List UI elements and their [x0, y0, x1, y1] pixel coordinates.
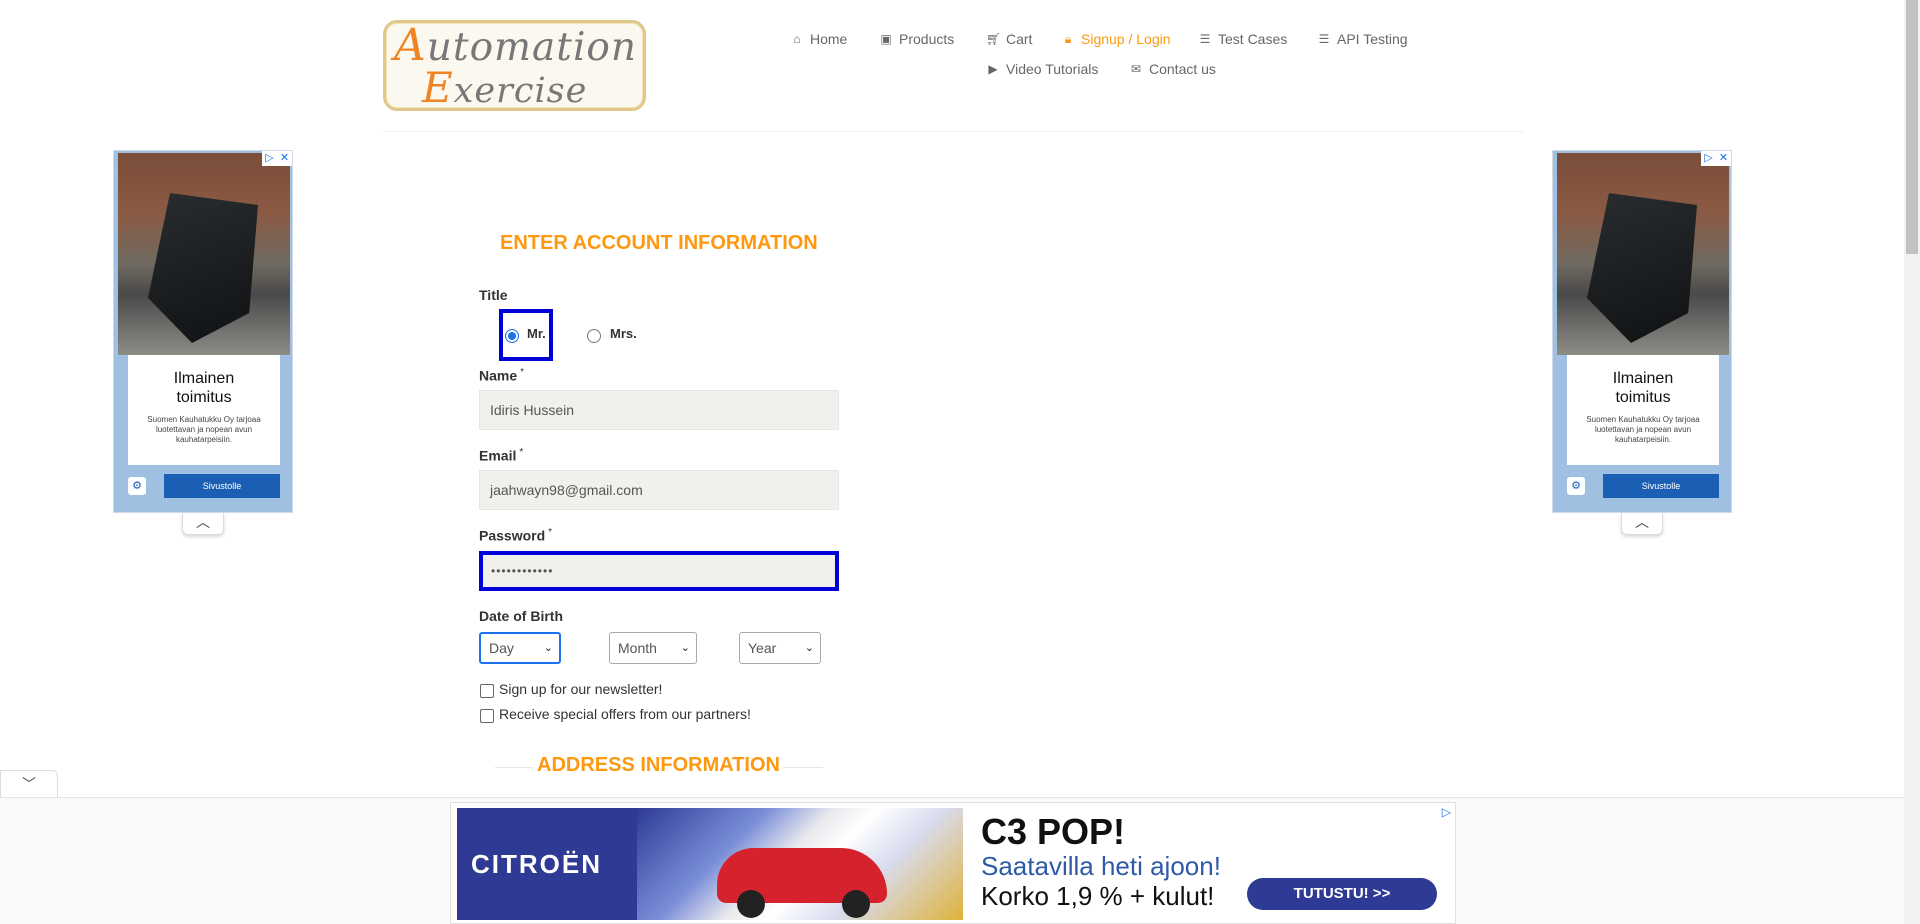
envelope-icon: ✉ [1130, 62, 1142, 76]
name-input[interactable]: Idiris Hussein [479, 390, 839, 430]
newsletter-checkbox[interactable] [480, 684, 494, 698]
adchoices-icon[interactable]: ▷ [1701, 151, 1716, 166]
ad-description: Suomen Kauhatukku Oy tarjoaa luotettavan… [147, 415, 261, 444]
offers-label: Receive special offers from our partners… [499, 706, 751, 722]
ad-marks: ▷ ✕ [262, 151, 292, 166]
dob-label: Date of Birth [479, 608, 563, 624]
close-icon[interactable]: ✕ [1716, 151, 1731, 166]
radio-mrs-label: Mrs. [610, 326, 637, 341]
radio-mr-label: Mr. [527, 326, 546, 341]
ad-marks: ▷ ✕ [1701, 151, 1731, 166]
site-logo[interactable]: Automation Exercise [383, 20, 646, 111]
collapse-bottom-ad[interactable]: ﹀ [0, 770, 58, 797]
email-label: Email * [479, 447, 524, 464]
ad-cta-button[interactable]: Sivustolle [164, 474, 280, 498]
ad-product-image [118, 153, 290, 355]
address-info-heading: ADDRESS INFORMATION [537, 754, 780, 776]
ad-card: Ilmainen toimitus Suomen Kauhatukku Oy ta… [128, 355, 280, 465]
chevron-up-icon: ︿ [1635, 514, 1649, 530]
offers-checkbox[interactable] [480, 709, 494, 723]
chevron-down-icon: ⌄ [804, 642, 814, 654]
close-icon[interactable]: ✕ [277, 151, 292, 166]
nav-video-tutorials[interactable]: ▶ Video Tutorials [986, 61, 1098, 77]
chevron-down-icon: ⌄ [680, 642, 690, 654]
nav-test-cases[interactable]: ☰ Test Cases [1198, 31, 1288, 47]
nav-api-testing[interactable]: ☰ API Testing [1317, 31, 1408, 47]
banner-headline: C3 POP! [981, 811, 1126, 852]
left-side-ad[interactable]: ▷ ✕ Ilmainen toimitus Suomen Kauhatukku Oy… [113, 150, 293, 513]
nav-signup-login[interactable]: 🔒︎ Signup / Login [1061, 31, 1171, 47]
newsletter-label: Sign up for our newsletter! [499, 681, 663, 697]
chevron-down-icon: ⌄ [543, 642, 553, 654]
nav-contact-us[interactable]: ✉ Contact us [1129, 61, 1216, 77]
banner-car-image [637, 808, 963, 920]
home-icon: ⌂ [793, 32, 801, 46]
lock-icon: 🔒︎ [1064, 31, 1072, 46]
password-label: Password * [479, 527, 553, 544]
ad-card: Ilmainen toimitus Suomen Kauhatukku Oy ta… [1567, 355, 1719, 465]
ad-logo-icon: ⚙ [1567, 477, 1585, 495]
address-divider-left [495, 767, 533, 768]
ad-product-image [1557, 153, 1729, 355]
chevron-up-icon: ︿ [196, 514, 210, 530]
radio-mrs[interactable] [587, 329, 601, 343]
ad-cta-button[interactable]: Sivustolle [1603, 474, 1719, 498]
cart-icon: 🛒︎ [986, 32, 1002, 46]
password-input[interactable]: •••••••••••• [479, 551, 839, 591]
right-side-ad[interactable]: ▷ ✕ Ilmainen toimitus Suomen Kauhatukku Oy… [1552, 150, 1732, 513]
youtube-icon: ▶ [988, 62, 998, 76]
banner-brand: CITROËN [457, 808, 637, 920]
account-info-heading: ENTER ACCOUNT INFORMATION [500, 232, 818, 254]
banner-subline: Saatavilla heti ajoon! [981, 851, 1221, 881]
year-select[interactable]: Year ⌄ [739, 632, 821, 664]
month-select[interactable]: Month ⌄ [609, 632, 697, 664]
email-input[interactable]: jaahwayn98@gmail.com [479, 470, 839, 510]
address-divider-right [783, 767, 823, 768]
adchoices-icon[interactable]: ▷ [262, 151, 277, 166]
list-icon: ☰ [1318, 32, 1330, 46]
header-divider [383, 131, 1523, 132]
collapse-ad-tab[interactable]: ︿ [1621, 513, 1663, 535]
radio-mr[interactable] [505, 329, 519, 343]
logo-line1: Automation [394, 20, 638, 71]
banner-cta-button[interactable]: TUTUSTU! >> [1247, 878, 1437, 910]
ad-logo-icon: ⚙ [128, 477, 146, 495]
nav-products[interactable]: ▣ Products [879, 31, 954, 47]
chevron-down-icon: ﹀ [22, 776, 36, 792]
ad-title: Ilmainen toimitus [1612, 370, 1674, 406]
nav-cart[interactable]: 🛒︎ Cart [986, 31, 1032, 47]
adchoices-icon[interactable]: ▷ [1442, 805, 1451, 819]
nav-home[interactable]: ⌂ Home [790, 31, 847, 47]
collapse-ad-tab[interactable]: ︿ [182, 513, 224, 535]
name-label: Name * [479, 367, 525, 384]
products-icon: ▣ [880, 32, 892, 46]
title-label: Title [479, 287, 508, 303]
list-icon: ☰ [1199, 32, 1211, 46]
day-select[interactable]: Day ⌄ [479, 632, 561, 664]
scrollbar-thumb[interactable] [1906, 0, 1918, 254]
bottom-banner-ad[interactable]: CITROËN C3 POP! Saatavilla heti ajoon! K… [450, 802, 1456, 924]
logo-line2: Exercise [422, 63, 588, 112]
ad-description: Suomen Kauhatukku Oy tarjoaa luotettavan… [1586, 415, 1700, 444]
banner-rate: Korko 1,9 % + kulut! [981, 881, 1215, 911]
ad-title: Ilmainen toimitus [173, 370, 235, 406]
